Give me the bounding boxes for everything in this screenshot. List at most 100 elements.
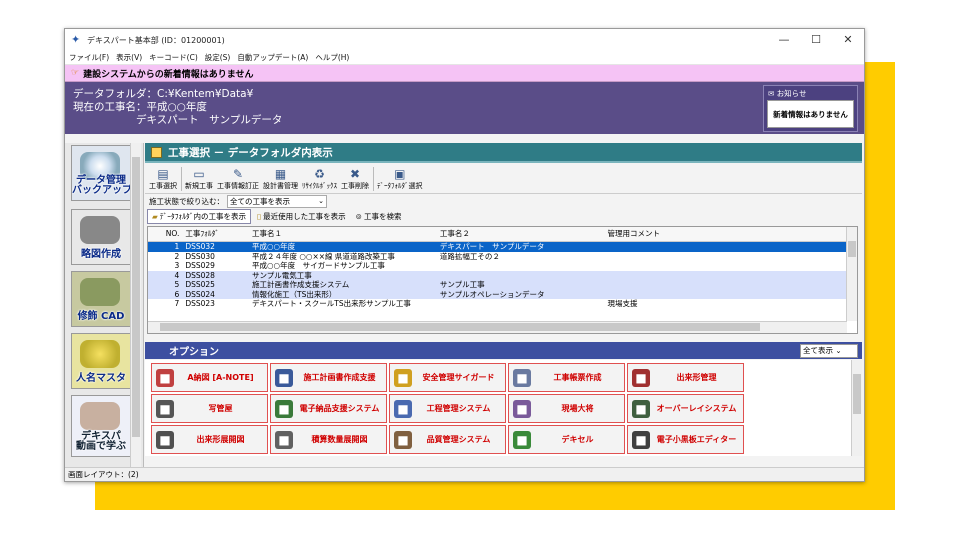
person-icon <box>80 402 120 430</box>
col-folder[interactable]: 工事ﾌｫﾙﾀﾞ <box>182 227 249 242</box>
menu-help[interactable]: ヘルプ(H) <box>315 52 349 63</box>
dekigata-kanri-icon: ■ <box>632 368 650 387</box>
options-scrollbar[interactable] <box>851 360 862 456</box>
edit-icon: ✎ <box>232 167 244 181</box>
data-folder-path: データフォルダ：C:¥Kentem¥Data¥ <box>73 88 254 100</box>
option-genba-taisho-button[interactable]: ■ 現場大将 <box>508 394 625 423</box>
options-section-header: オプション 全て表示 ⌄ <box>145 342 862 359</box>
close-button[interactable]: ✕ <box>832 29 864 51</box>
table-row[interactable]: 3 DSS029 平成○○年度 サイガードサンプル工事 <box>148 261 857 271</box>
tab-recent-projects[interactable]: ▯ 最近使用した工事を表示 <box>253 210 350 223</box>
edit-project-button[interactable]: ✎ 工事情報訂正 <box>217 167 259 193</box>
col-name2[interactable]: 工事名２ <box>436 227 605 242</box>
option-quality-button[interactable]: ■ 品質管理システム <box>389 425 506 454</box>
status-bar: 画面レイアウト：(2) <box>65 467 864 481</box>
status-text: 画面レイアウト：(2) <box>68 470 139 479</box>
maximize-button[interactable]: ☐ <box>800 29 832 51</box>
dekicel-icon: ■ <box>513 430 531 449</box>
option-safety-saiguard-button[interactable]: ■ 安全管理サイガード <box>389 363 506 392</box>
left-launcher: データ管理 バックアップ 略図作成 修飾 CAD 人名マスタ デキスパ 動画で学… <box>65 143 144 467</box>
folder-select-icon: ▣ <box>394 167 406 181</box>
chevron-down-icon: ⌄ <box>835 346 842 355</box>
option-photo-manager-button[interactable]: ■ 写管屋 <box>151 394 268 423</box>
table-row[interactable]: 1 DSS032 平成○○年度 デキスパート サンプルデータ <box>148 241 857 252</box>
table-row[interactable]: 6 DSS024 情報化施工（TS出来形） サンプルオペレーションデータ <box>148 289 857 299</box>
pointer-icon: ☞ <box>71 68 80 78</box>
options-title: オプション <box>169 347 219 358</box>
project-section-header: 工事選択 － データフォルダ内表示 <box>145 143 862 163</box>
photo-manager-icon: ■ <box>156 399 174 418</box>
helmet-icon <box>80 340 120 368</box>
quality-icon: ■ <box>394 430 412 449</box>
option-schedule-button[interactable]: ■ 工程管理システム <box>389 394 506 423</box>
project-toolbar: ▤ 工事選択 ▭ 新規工事 ✎ 工事情報訂正 ▦ 設計書管理 ♻ ﾘｻｲｸﾙﾎﾞｯｸｽ ✖… <box>145 163 862 194</box>
design-doc-button[interactable]: ▦ 設計書管理 <box>263 167 298 193</box>
select-folder-button[interactable]: ▣ ﾃﾞｰﾀﾌｫﾙﾀﾞ選択 <box>377 167 423 193</box>
tile-sketch[interactable]: 略図作成 <box>71 209 131 265</box>
cad-icon <box>80 278 120 306</box>
col-no[interactable]: NO. <box>148 227 183 242</box>
current-project-name-2: デキスパート サンプルデータ <box>73 114 283 126</box>
filter-label: 施工状態で絞り込む： <box>149 197 224 206</box>
filter-row: 施工状態で絞り込む： 全ての工事を表示 ⌄ <box>145 194 862 209</box>
menu-file[interactable]: ファイル(F) <box>69 52 109 63</box>
table-row[interactable]: 5 DSS025 施工計画書作成支援システム サンプル工事 <box>148 280 857 290</box>
title-bar: ✦ デキスパート基本部 (ID：01200001) — ☐ ✕ <box>65 29 864 51</box>
select-project-button[interactable]: ▤ 工事選択 <box>149 167 177 193</box>
menu-keycode[interactable]: キーコード(C) <box>149 52 198 63</box>
table-horizontal-scrollbar[interactable] <box>148 321 847 333</box>
recycle-box-button[interactable]: ♻ ﾘｻｲｸﾙﾎﾞｯｸｽ <box>302 167 337 193</box>
col-comment[interactable]: 管理用コメント <box>604 227 857 242</box>
report-forms-icon: ■ <box>513 368 531 387</box>
schedule-icon: ■ <box>394 399 412 418</box>
new-project-button[interactable]: ▭ 新規工事 <box>185 167 213 193</box>
option-overlay-button[interactable]: ■ オーバーレイシステム <box>627 394 744 423</box>
menu-autoupdate[interactable]: 自動アップデート(A) <box>237 52 308 63</box>
menu-bar: ファイル(F) 表示(V) キーコード(C) 設定(S) 自動アップデート(A)… <box>65 51 864 65</box>
option-blackboard-editor-button[interactable]: ■ 電子小黒板エディター <box>627 425 744 454</box>
notice-bar: ☞ 建設システムからの新着情報はありません <box>65 65 864 82</box>
option-anote-button[interactable]: ■ A納図 [A-NOTE] <box>151 363 268 392</box>
folder-icon <box>151 146 162 158</box>
section-title: 工事選択 － データフォルダ内表示 <box>168 146 333 159</box>
sketch-icon <box>80 216 120 244</box>
col-name1[interactable]: 工事名１ <box>248 227 437 242</box>
tile-cad[interactable]: 修飾 CAD <box>71 271 131 327</box>
tile-data-backup[interactable]: データ管理 バックアップ <box>71 145 131 201</box>
new-file-icon: ▭ <box>193 167 205 181</box>
option-report-forms-button[interactable]: ■ 工事帳票作成 <box>508 363 625 392</box>
option-dekigata-tenkaizu-button[interactable]: ■ 出来形展開図 <box>151 425 268 454</box>
dekigata-tenkaizu-icon: ■ <box>156 430 174 449</box>
option-dekigata-kanri-button[interactable]: ■ 出来形管理 <box>627 363 744 392</box>
minimize-button[interactable]: — <box>768 29 800 51</box>
recent-icon: ▯ <box>257 212 262 221</box>
table-vertical-scrollbar[interactable] <box>846 227 857 321</box>
main-panel: 工事選択 － データフォルダ内表示 ▤ 工事選択 ▭ 新規工事 ✎ 工事情報訂正 ▦ 設… <box>145 143 862 467</box>
menu-view[interactable]: 表示(V) <box>116 52 142 63</box>
option-dekicel-button[interactable]: ■ デキセル <box>508 425 625 454</box>
table-row[interactable]: 2 DSS030 平成２４年度 ○○××線 県道道路改築工事 道路拡幅工その２ <box>148 251 857 261</box>
option-construction-plan-button[interactable]: ■ 施工計画書作成支援 <box>270 363 387 392</box>
options-filter-select[interactable]: 全て表示 ⌄ <box>800 344 858 358</box>
project-table: NO. 工事ﾌｫﾙﾀﾞ 工事名１ 工事名２ 管理用コメント 1 DSS032 平成○… <box>147 226 858 334</box>
tile-name-master[interactable]: 人名マスタ <box>71 333 131 389</box>
chevron-down-icon: ⌄ <box>318 197 324 205</box>
tab-folder-projects[interactable]: ▰ ﾃﾞｰﾀﾌｫﾙﾀﾞ内の工事を表示 <box>147 209 252 224</box>
news-button[interactable]: 新着情報はありません <box>767 100 854 128</box>
overlay-icon: ■ <box>632 399 650 418</box>
table-row[interactable]: 7 DSS023 デキスパート・スクールTS出来形サンプル工事 現場支援 <box>148 299 857 309</box>
blackboard-editor-icon: ■ <box>632 430 650 449</box>
tab-search-projects[interactable]: ⊚ 工事を検索 <box>352 210 406 223</box>
option-e-delivery-button[interactable]: ■ 電子納品支援システム <box>270 394 387 423</box>
option-quantity-tenkaizu-button[interactable]: ■ 積算数量展開図 <box>270 425 387 454</box>
mail-icon: ✉ <box>768 89 775 98</box>
app-window: ✦ デキスパート基本部 (ID：01200001) — ☐ ✕ ファイル(F) … <box>64 28 865 482</box>
current-project-name: 現在の工事名：平成○○年度 <box>73 101 207 113</box>
tile-video[interactable]: デキスパ 動画で学ぶ <box>71 395 131 457</box>
delete-project-button[interactable]: ✖ 工事削除 <box>341 167 369 193</box>
filter-select[interactable]: 全ての工事を表示 ⌄ <box>227 195 327 208</box>
delete-icon: ✖ <box>349 167 361 181</box>
table-row[interactable]: 4 DSS028 サンプル電気工事 <box>148 270 857 280</box>
menu-settings[interactable]: 設定(S) <box>205 52 231 63</box>
left-scrollbar[interactable] <box>130 143 141 467</box>
